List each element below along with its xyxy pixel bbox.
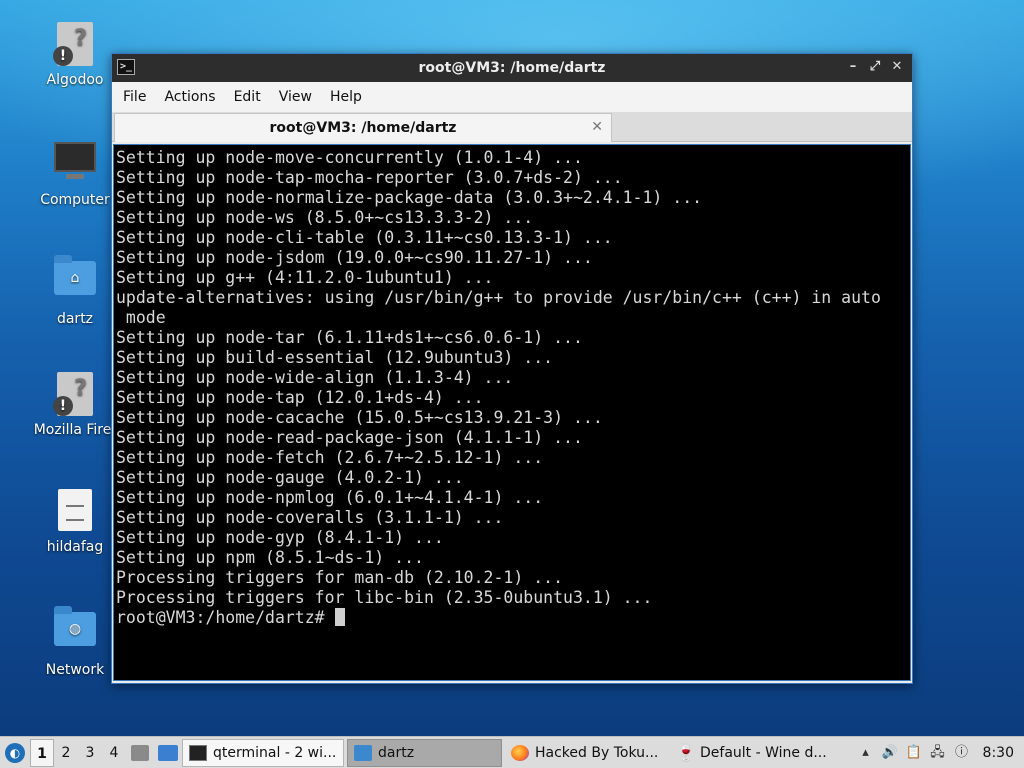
taskbar: ◐ 1 2 3 4 qterminal - 2 wi... dartz Hack… — [0, 736, 1024, 768]
minimize-button[interactable]: – — [844, 58, 862, 76]
close-button[interactable]: ✕ — [888, 58, 906, 76]
task-dartz[interactable]: dartz — [347, 738, 502, 767]
network-icon[interactable]: 🖧 — [929, 744, 947, 762]
home-folder-icon: ⌂ — [53, 255, 97, 305]
unknown-file-icon: ! — [53, 372, 97, 416]
terminal-line: Setting up node-gyp (8.4.1-1) ... — [116, 528, 444, 547]
menubar: File Actions Edit View Help — [112, 82, 912, 112]
update-notifier-icon[interactable]: ⓘ — [953, 744, 971, 762]
file-manager-icon — [131, 744, 149, 761]
terminal-app-icon: >_ — [117, 59, 135, 75]
tab-label: root@VM3: /home/dartz — [269, 120, 457, 136]
terminal-line: Setting up node-cli-table (0.3.11+~cs0.1… — [116, 228, 613, 247]
computer-icon — [53, 142, 97, 186]
tab-close-icon[interactable]: ✕ — [591, 119, 603, 135]
terminal-line: Setting up node-cacache (15.0.5+~cs13.9.… — [116, 408, 603, 427]
menu-actions[interactable]: Actions — [155, 89, 224, 105]
terminal-line: Processing triggers for man-db (2.10.2-1… — [116, 568, 564, 587]
speaker-icon[interactable]: 🔊 — [881, 744, 899, 762]
task-label: Default - Wine d... — [700, 744, 827, 761]
terminal-prompt-line: root@VM3:/home/dartz# — [116, 608, 910, 628]
terminal-line: Setting up node-coveralls (3.1.1-1) ... — [116, 508, 504, 527]
menu-file[interactable]: File — [114, 89, 155, 105]
terminal-line: Processing triggers for libc-bin (2.35-0… — [116, 588, 653, 607]
show-desktop-button[interactable] — [155, 740, 181, 766]
task-label: dartz — [378, 744, 415, 761]
terminal-line: Setting up node-tap (12.0.1+ds-4) ... — [116, 388, 484, 407]
terminal-line: Setting up node-gauge (4.0.2-1) ... — [116, 468, 464, 487]
task-firefox[interactable]: Hacked By Toku... — [505, 739, 667, 767]
tab-bar: root@VM3: /home/dartz ✕ — [112, 112, 912, 142]
task-label: qterminal - 2 wi... — [213, 744, 337, 761]
terminal-line: Setting up node-npmlog (6.0.1+~4.1.4-1) … — [116, 488, 544, 507]
menu-edit[interactable]: Edit — [225, 89, 270, 105]
terminal-line: Setting up node-wide-align (1.1.3-4) ... — [116, 368, 514, 387]
terminal-output[interactable]: Setting up node-move-concurrently (1.0.1… — [113, 144, 911, 681]
system-tray: ▴ 🔊 📋 🖧 ⓘ 8:30 — [857, 744, 1024, 762]
text-cursor — [334, 608, 345, 626]
firefox-icon — [511, 744, 529, 761]
workspace-2[interactable]: 2 — [54, 739, 78, 767]
terminal-icon — [189, 744, 207, 761]
window-title: root@VM3: /home/dartz — [418, 60, 606, 76]
task-label: Hacked By Toku... — [535, 744, 659, 761]
terminal-line: Setting up node-read-package-json (4.1.1… — [116, 428, 583, 447]
terminal-line: Setting up node-fetch (2.6.7+~2.5.12-1) … — [116, 448, 544, 467]
folder-icon — [354, 744, 372, 761]
terminal-line: Setting up node-move-concurrently (1.0.1… — [116, 148, 583, 167]
tray-up-icon[interactable]: ▴ — [857, 744, 875, 762]
terminal-tab[interactable]: root@VM3: /home/dartz ✕ — [114, 113, 612, 142]
terminal-window: >_ root@VM3: /home/dartz – ⤢ ✕ File Acti… — [111, 53, 913, 684]
file-manager-launcher[interactable] — [127, 740, 153, 766]
terminal-line: update-alternatives: using /usr/bin/g++ … — [116, 288, 881, 307]
menu-help[interactable]: Help — [321, 89, 371, 105]
network-folder-icon: ◍ — [53, 606, 97, 656]
desktop-icon — [158, 744, 178, 761]
workspace-1[interactable]: 1 — [30, 738, 54, 767]
terminal-line: Setting up node-jsdom (19.0.0+~cs90.11.2… — [116, 248, 593, 267]
terminal-line: Setting up node-tap-mocha-reporter (3.0.… — [116, 168, 623, 187]
clock[interactable]: 8:30 — [983, 745, 1014, 761]
workspace-3[interactable]: 3 — [78, 739, 102, 767]
terminal-line: Setting up g++ (4:11.2.0-1ubuntu1) ... — [116, 268, 494, 287]
wine-glass-icon: 🍷 — [676, 742, 696, 762]
terminal-line: Setting up node-ws (8.5.0+~cs13.3.3-2) .… — [116, 208, 534, 227]
terminal-line: mode — [116, 308, 166, 327]
unknown-file-icon: ! — [53, 22, 97, 66]
start-menu-button[interactable]: ◐ — [0, 738, 30, 768]
text-file-icon — [53, 489, 97, 533]
terminal-line: Setting up node-tar (6.1.11+ds1+~cs6.0.6… — [116, 328, 583, 347]
window-titlebar[interactable]: >_ root@VM3: /home/dartz – ⤢ ✕ — [112, 54, 912, 82]
lubuntu-logo-icon: ◐ — [5, 742, 25, 763]
terminal-line: Setting up build-essential (12.9ubuntu3)… — [116, 348, 554, 367]
terminal-line: Setting up node-normalize-package-data (… — [116, 188, 703, 207]
workspace-4[interactable]: 4 — [102, 739, 126, 767]
clipboard-icon[interactable]: 📋 — [905, 744, 923, 762]
menu-view[interactable]: View — [270, 89, 321, 105]
terminal-line: Setting up npm (8.5.1~ds-1) ... — [116, 548, 424, 567]
task-qterminal[interactable]: qterminal - 2 wi... — [182, 738, 344, 767]
task-wine[interactable]: 🍷 Default - Wine d... — [670, 739, 830, 767]
maximize-button[interactable]: ⤢ — [866, 58, 884, 76]
terminal-prompt: root@VM3:/home/dartz# — [116, 608, 335, 627]
